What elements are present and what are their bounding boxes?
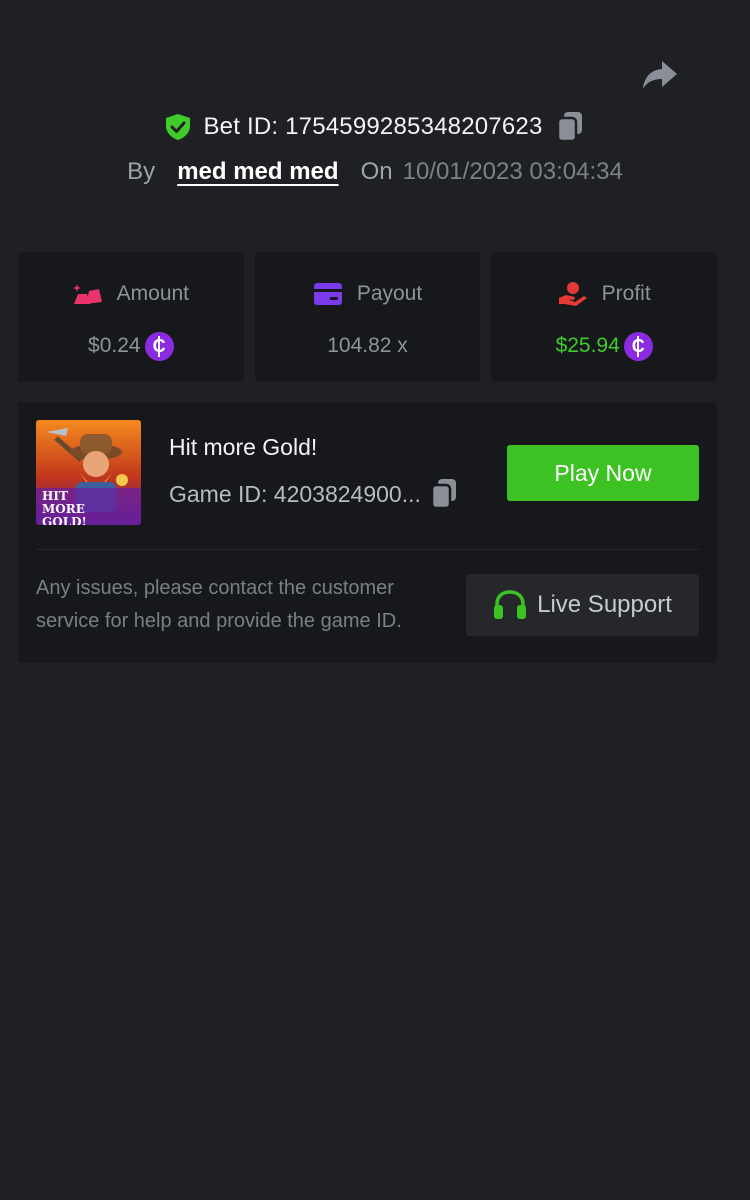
by-label: By [127, 158, 156, 185]
divider [36, 549, 699, 550]
game-title: Hit more Gold! [169, 434, 318, 460]
share-forward-icon [643, 61, 677, 89]
bet-id: Bet ID: 1754599285348207623 [203, 113, 543, 140]
amount-header: Amount [72, 280, 190, 308]
coin-icon: C [144, 331, 174, 361]
profit-value: $25.94 [555, 334, 620, 357]
amount-label: Amount [116, 282, 190, 305]
bet-datetime: 10/01/2023 03:04:34 [402, 158, 623, 185]
copy-game-id-button[interactable] [429, 478, 459, 510]
username-link[interactable]: med med med [177, 158, 338, 186]
on-label: On [360, 158, 393, 185]
play-now-button[interactable]: Play Now [507, 445, 699, 501]
amount-value-row: $0.24 C [88, 330, 174, 362]
game-id: Game ID: 4203824900... [169, 480, 421, 507]
amount-value: $0.24 [88, 334, 141, 357]
payout-label: Payout [356, 282, 423, 305]
coin-icon: C [623, 331, 653, 361]
gold-bars-icon [72, 281, 103, 307]
copy-icon [556, 112, 582, 143]
game-id-row: Game ID: 4203824900... [169, 478, 459, 510]
profit-value-row: $25.94 C [556, 330, 653, 362]
profit-header: Profit [558, 280, 651, 308]
bet-meta-row: By med med med On 10/01/2023 03:04:34 [0, 154, 750, 190]
support-help-text: Any issues, please contact the customer … [36, 577, 402, 632]
thumbnail-title: HIT MORE GOLD! [42, 489, 87, 526]
game-card: HIT MORE GOLD! Hit more Gold! Game ID: 4… [18, 402, 717, 663]
payout-card: Payout 104.82 x [254, 252, 481, 382]
share-button[interactable] [640, 56, 680, 94]
profit-card: Profit $25.94 C [491, 252, 718, 382]
game-thumbnail[interactable]: HIT MORE GOLD! [36, 420, 141, 525]
payout-header: Payout [313, 280, 422, 308]
payout-value-row: 104.82 x [327, 330, 408, 362]
verified-shield-icon [165, 113, 191, 141]
hand-money-icon [558, 281, 588, 307]
bet-id-row: Bet ID: 1754599285348207623 [0, 108, 750, 146]
credit-card-icon [313, 281, 343, 307]
headset-icon [494, 590, 527, 619]
live-support-button[interactable]: Live Support [466, 574, 699, 636]
payout-value: 104.82 x [327, 334, 408, 357]
copy-bet-id-button[interactable] [555, 111, 585, 143]
amount-card: Amount $0.24 C [18, 252, 244, 382]
profit-label: Profit [601, 282, 651, 305]
stats-row: Amount $0.24 C Payout 104.82 x Profit $2… [18, 252, 718, 382]
live-support-label: Live Support [537, 591, 672, 618]
copy-icon [430, 479, 456, 510]
